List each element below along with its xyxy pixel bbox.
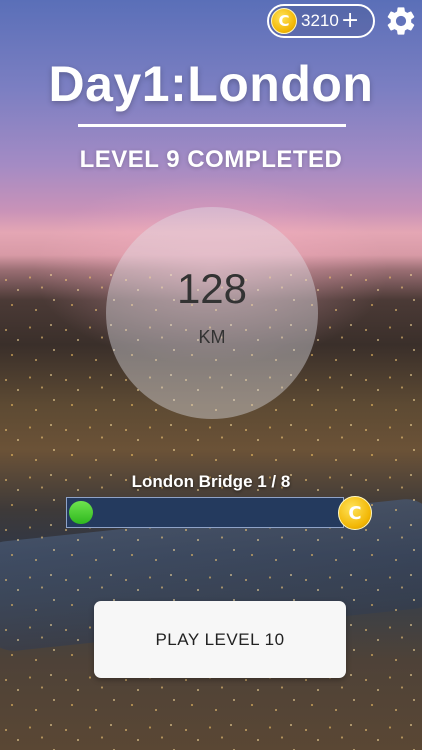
coin-icon: C	[271, 8, 297, 34]
play-level-button[interactable]: PLAY LEVEL 10	[94, 601, 346, 678]
landmark-progress-bar	[66, 497, 344, 528]
title-divider	[78, 124, 346, 127]
landmark-progress-label: London Bridge 1 / 8	[131, 472, 291, 491]
distance-circle: 128 KM	[106, 207, 318, 419]
page-title: Day1:London	[48, 56, 374, 112]
distance-unit: KM	[198, 327, 226, 347]
landmark-progress-fill	[69, 501, 93, 524]
reward-coin-icon: C	[338, 496, 372, 530]
coin-amount: 3210	[301, 11, 339, 30]
settings-button[interactable]	[384, 4, 418, 38]
gear-icon	[387, 7, 415, 35]
distance-value: 128	[176, 265, 248, 312]
add-coins-button[interactable]: +	[341, 10, 359, 32]
level-completed-heading: LEVEL 9 COMPLETED	[79, 146, 343, 173]
coin-balance: C 3210 +	[267, 4, 375, 38]
